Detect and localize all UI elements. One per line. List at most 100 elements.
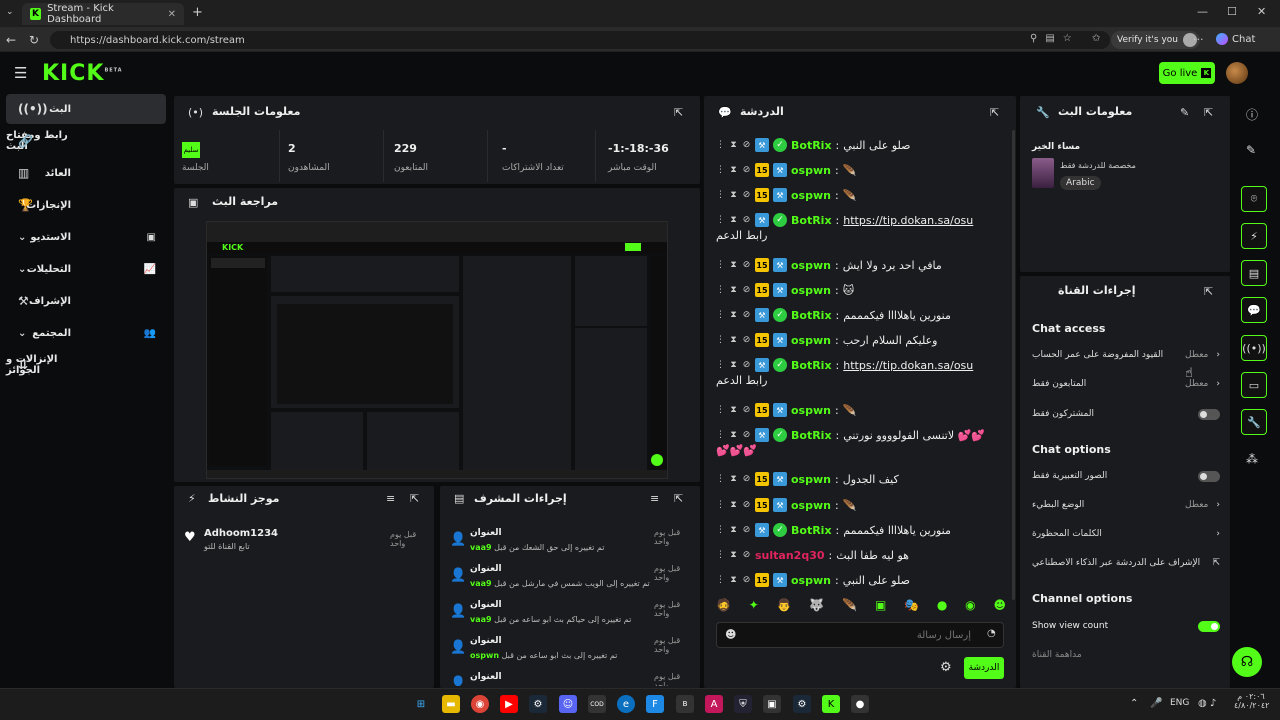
popout-icon[interactable]: ⇱ [674,106,683,119]
more-options-icon[interactable]: ⋮ [716,430,725,440]
rail-button-bolt[interactable]: ⚡ [1241,223,1267,249]
timeout-icon[interactable]: ⧗ [729,474,738,484]
favorites-icon[interactable]: ✩ [1092,33,1100,44]
chat-message[interactable]: ⋮ ⧗ ⊘ 15 ⚒ ospwn: 🪶 [716,184,994,206]
hamburger-menu-icon[interactable]: ☰ [14,64,27,82]
steam-icon[interactable]: ⚙ [529,695,547,713]
chat-message[interactable]: ⋮ ⧗ ⊘ 15 ⚒ ospwn: 🪶 [716,494,994,516]
ban-icon[interactable]: ⊘ [742,165,751,175]
address-bar-tools-icon[interactable]: ⚲▤☆ [1030,33,1080,44]
timeout-icon[interactable]: ⧗ [729,190,738,200]
chat-message[interactable]: ⋮ ⧗ ⊘ ⚒ ✓ BotRix: منورين ياهلاااا فيكمممم [716,304,994,326]
chat-message[interactable]: ⋮ ⧗ ⊘ ⚒ ✓ BotRix: منورين ياهلاااا فيكمممم [716,519,994,541]
chat-message[interactable]: ⋮ ⧗ ⊘ sultan2q30: هو ليه طفا البث [716,544,994,566]
more-options-icon[interactable]: ⋮ [716,215,725,225]
popout-icon[interactable]: ⇱ [410,492,419,505]
close-window-icon[interactable]: ✕ [1257,5,1266,18]
clock[interactable]: ٠٢:٠٦ م ٤/٨٠/٢٠٤٢ [1234,692,1269,710]
chat-message[interactable]: ⋮ ⧗ ⊘ ⚒ ✓ BotRix: https://tip.dokan.sa/osu [716,209,994,231]
chat-message[interactable]: ⋮ ⧗ ⊘ 15 ⚒ ospwn: وعليكم السلام ارحب [716,329,994,351]
timeout-icon[interactable]: ⧗ [729,260,738,270]
kick-logo[interactable]: KICKBETA [42,61,123,86]
back-icon[interactable]: ← [6,33,16,47]
steam-icon-2[interactable]: ⚙ [793,695,811,713]
more-options-icon[interactable]: ⋮ [716,575,725,585]
rail-button-layout[interactable]: ▭ [1241,372,1267,398]
sidebar-item-analytics[interactable]: ⌄ التحليلات 📈 [6,254,166,284]
emote-icon[interactable]: ▣ [875,598,886,618]
ban-icon[interactable]: ⊘ [742,190,751,200]
windows-start-icon[interactable]: ⊞ [412,695,430,713]
setting-slow-mode[interactable]: الوضع البطيء معطل › [1032,495,1220,515]
more-options-icon[interactable]: ⋮ [716,525,725,535]
discord-icon[interactable]: ☺ [559,695,577,713]
wifi-volume-icon[interactable]: ◍ ♪ [1198,698,1216,709]
emote-icon[interactable]: ☻ [993,598,1006,618]
chat-message[interactable]: ⋮ ⧗ ⊘ ⚒ ✓ BotRix: لاتنسى الفولوووو نورتني 💕💕 [716,424,994,446]
more-options-icon[interactable]: ⋮ [716,285,725,295]
emotes-only-toggle[interactable] [1198,470,1220,482]
setting-raid-channel[interactable]: مداهمة القناة [1032,645,1220,665]
chat-scrollbar[interactable] [1012,130,1015,600]
more-options-icon[interactable]: ⋮ [716,165,725,175]
ban-icon[interactable]: ⊘ [742,285,751,295]
edit-rail-icon[interactable]: ✎ [1246,143,1256,157]
ban-icon[interactable]: ⊘ [742,310,751,320]
timeout-icon[interactable]: ⧗ [729,165,738,175]
chat-message[interactable]: ⋮ ⧗ ⊘ 15 ⚒ ospwn: 🪶 [716,399,994,421]
apps-icon[interactable]: ⁂ [1246,452,1258,466]
maximize-icon[interactable]: ☐ [1227,5,1237,18]
kick-app-icon[interactable]: K [822,695,840,713]
timeout-icon[interactable]: ⧗ [729,360,738,370]
more-options-icon[interactable]: ⋮ [716,550,725,560]
chat-input-box[interactable]: ☻ ◔ [716,622,1004,648]
sidebar-item-stream-key[interactable]: 🔗 رابط ومفتاح البث [6,126,166,156]
support-headset-icon[interactable]: ☊ [1232,647,1262,677]
subscribers-only-toggle[interactable] [1198,408,1220,420]
copilot-chat-button[interactable]: Chat [1216,33,1255,45]
stream-preview-video[interactable]: KICK [206,221,668,479]
setting-account-age[interactable]: القيود المفروضة على عمر الحساب معطل › [1032,345,1220,365]
ban-icon[interactable]: ⊘ [742,430,751,440]
timeout-icon[interactable]: ⧗ [729,525,738,535]
ban-icon[interactable]: ⊘ [742,575,751,585]
new-tab-icon[interactable]: + [192,5,203,20]
ban-icon[interactable]: ⊘ [742,335,751,345]
emote-icon[interactable]: 🎭 [904,598,919,618]
edge-icon[interactable]: e [617,695,635,713]
rail-button-wrench[interactable]: 🔧 [1241,409,1267,435]
browser-tab[interactable]: K Stream - Kick Dashboard ✕ [22,3,184,25]
ban-icon[interactable]: ⊘ [742,140,751,150]
rail-button-scan[interactable]: ⌾ [1241,186,1267,212]
chat-message[interactable]: ⋮ ⧗ ⊘ 15 ⚒ ospwn: صلو على النبي [716,569,994,591]
setting-ai-moderation[interactable]: الإشراف على الدردشة عبر الذكاء الاصطناعي… [1032,553,1220,573]
chat-message[interactable]: ⋮ ⧗ ⊘ 15 ⚒ ospwn: 🐱 [716,279,994,301]
timeout-icon[interactable]: ⧗ [729,285,738,295]
popout-icon[interactable]: ⇱ [990,106,999,119]
verify-button[interactable]: Verify it's you [1111,31,1200,49]
ban-icon[interactable]: ⊘ [742,405,751,415]
sidebar-item-achievements[interactable]: 🏆 الإنجازات [6,190,166,220]
emote-icon[interactable]: ◉ [965,598,975,618]
url-field[interactable]: https://dashboard.kick.com/stream [50,31,1110,49]
timeout-icon[interactable]: ⧗ [729,215,738,225]
rail-button-chat[interactable]: 💬 [1241,297,1267,323]
emote-icon[interactable]: 👨 [777,598,792,618]
shield-app-icon[interactable]: ⛨ [734,695,752,713]
more-options-icon[interactable]: ⋮ [716,405,725,415]
emote-icon[interactable]: ● [937,598,947,618]
more-options-icon[interactable]: ⋮ [716,335,725,345]
timeout-icon[interactable]: ⧗ [729,310,738,320]
chrome-icon[interactable]: ◉ [471,695,489,713]
user-avatar[interactable] [1226,62,1248,84]
rail-button-document[interactable]: ▤ [1241,260,1267,286]
chat-message[interactable]: ⋮ ⧗ ⊘ ⚒ ✓ BotRix: صلو على النبي [716,134,994,156]
more-options-icon[interactable]: ⋮ [716,360,725,370]
popout-icon[interactable]: ⇱ [1204,285,1213,298]
timeout-icon[interactable]: ⧗ [729,550,738,560]
ban-icon[interactable]: ⊘ [742,360,751,370]
filter-icon[interactable]: ≡ [650,492,659,505]
tray-chevron-icon[interactable]: ⌃ [1130,698,1138,709]
emoji-icon[interactable]: ☻ [725,628,736,641]
setting-banned-words[interactable]: الكلمات المحظورة › [1032,524,1220,544]
